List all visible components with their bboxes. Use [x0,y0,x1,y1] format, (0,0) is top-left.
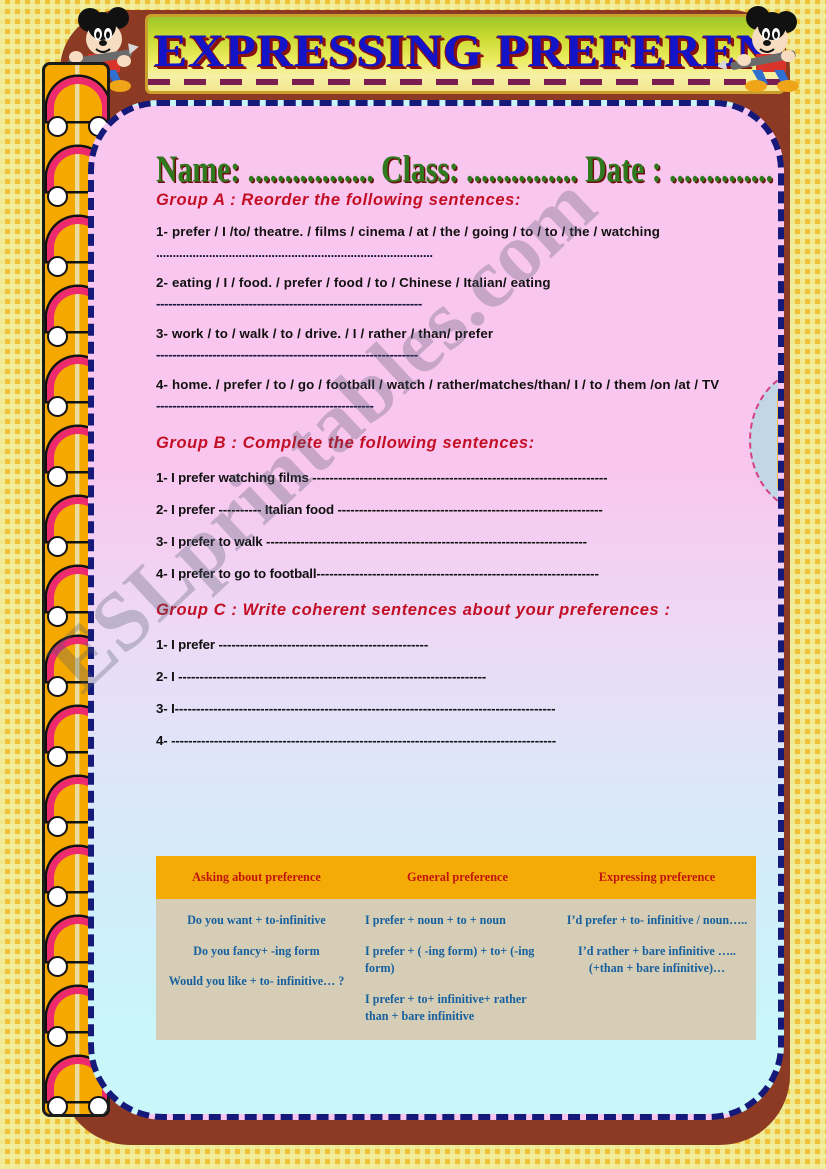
page-title: EXPRESSING PREFERENCES [154,25,782,77]
group-b-heading: Group B : Complete the following sentenc… [156,434,535,452]
table-header-expressing: Expressing preference [558,856,756,899]
banner-dashed-divider [148,79,782,85]
group-c-item-1[interactable]: 1- I prefer ----------------------------… [156,637,756,652]
worksheet-content: Name: ................. Class: .........… [156,148,774,748]
preference-reference-table: Asking about preference General preferen… [156,856,756,1040]
food-item [781,441,784,462]
group-a-rule-1[interactable]: ........................................… [156,245,756,261]
group-a-item-2: 2- eating / I / food. / prefer / food / … [156,275,551,290]
expressing-phrase-2: I’d rather + bare infinitive …..(+than +… [578,943,736,976]
name-class-date-line: Name: ................. Class: .........… [156,148,774,191]
group-a-rule-2[interactable]: ----------------------------------------… [156,296,756,312]
group-b-item-1[interactable]: 1- I prefer watching films -------------… [156,470,756,485]
food-item [781,419,784,440]
group-a-rule-3[interactable]: ----------------------------------------… [156,347,756,363]
table-cell-general: I prefer + noun + to + noun I prefer + (… [357,899,558,1040]
table-cell-asking: Do you want + to-infinitive Do you fancy… [156,899,357,1040]
group-a-heading: Group A : Reorder the following sentence… [156,191,522,209]
asking-phrase-3: Would you like + to- infinitive… ? [168,974,345,989]
group-c-item-4[interactable]: 4- -------------------------------------… [156,733,756,748]
table-row: Do you want + to-infinitive Do you fancy… [156,899,756,1040]
group-b-item-2[interactable]: 2- I prefer ---------- Italian food ----… [156,502,756,517]
general-phrase-2: I prefer + ( -ing form) + to+ (-ing form… [365,943,535,976]
group-a-item-3: 3- work / to / walk / to / drive. / I / … [156,326,494,341]
table-cell-expressing: I’d prefer + to- infinitive / noun….. I’… [558,899,756,1040]
expressing-phrase-1: I’d prefer + to- infinitive / noun….. [566,913,748,927]
worksheet-sheet: Name: ................. Class: .........… [88,100,784,1120]
group-a-item-1: 1- prefer / I /to/ theatre. / films / ci… [156,224,661,239]
asking-phrase-1: Do you want + to-infinitive [187,913,326,927]
group-a-rule-4[interactable]: ----------------------------------------… [156,398,756,414]
table-header-row: Asking about preference General preferen… [156,856,756,899]
table-header-asking: Asking about preference [156,856,357,899]
table-header-general: General preference [357,856,558,899]
group-c-heading: Group C : Write coherent sentences about… [156,601,671,619]
group-b-item-3[interactable]: 3- I prefer to walk --------------------… [156,534,756,549]
group-c-item-3[interactable]: 3- I------------------------------------… [156,701,756,716]
group-a-item-4: 4- home. / prefer / to / go / football /… [156,377,720,392]
food-grid-image [777,392,784,489]
title-banner: EXPRESSING PREFERENCES [145,14,785,94]
general-phrase-1: I prefer + noun + to + noun [365,913,506,927]
group-c-item-2[interactable]: 2- I -----------------------------------… [156,669,756,684]
food-item [781,463,784,484]
mickey-mouse-right-icon [718,6,799,92]
spiral-ring [47,77,107,137]
asking-phrase-2: Do you fancy+ -ing form [193,943,320,958]
food-item [781,397,784,418]
general-phrase-3: I prefer + to+ infinitive+ rather than +… [365,991,527,1024]
group-b-item-4[interactable]: 4- I prefer to go to football-----------… [156,566,756,581]
